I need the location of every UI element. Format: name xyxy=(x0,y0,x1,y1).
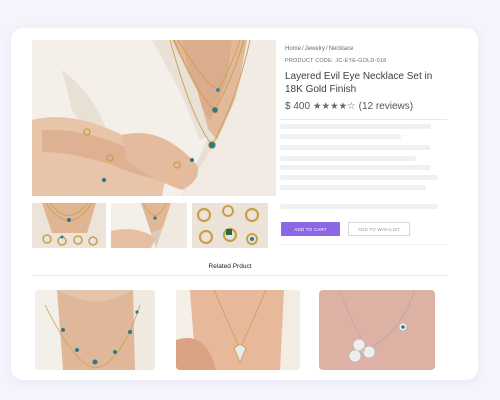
breadcrumb-separator: / xyxy=(302,46,304,52)
related-product-3[interactable] xyxy=(319,290,435,370)
divider xyxy=(32,275,447,276)
main-product-image[interactable] xyxy=(32,40,276,196)
breadcrumb: Home/Jewelry/Necklace xyxy=(285,46,447,52)
description-placeholder-line xyxy=(280,204,438,209)
description-placeholder-line xyxy=(280,124,431,129)
thumbnail-1[interactable] xyxy=(32,203,106,248)
price-rating-row: $ 400 ★★★★☆ (12 reviews) xyxy=(285,101,447,112)
description-placeholder-line xyxy=(280,185,426,190)
divider xyxy=(279,119,447,120)
description-placeholder-line xyxy=(280,175,438,180)
breadcrumb-home[interactable]: Home xyxy=(285,46,301,52)
breadcrumb-necklace[interactable]: Necklace xyxy=(329,46,354,52)
related-product-1[interactable] xyxy=(35,290,155,370)
product-price: $ 400 xyxy=(285,101,311,112)
breadcrumb-separator: / xyxy=(326,46,328,52)
rating-stars-icon: ★★★★☆ xyxy=(313,101,356,112)
add-to-wishlist-button[interactable]: ADD TO WISHLIST xyxy=(348,222,410,236)
related-products-heading: Related Prduct xyxy=(208,263,252,270)
thumbnail-2[interactable] xyxy=(111,203,187,248)
add-to-cart-button[interactable]: ADD TO CART xyxy=(281,222,340,236)
thumbnail-3[interactable] xyxy=(192,203,268,248)
breadcrumb-jewelry[interactable]: Jewelry xyxy=(305,46,325,52)
description-placeholder-line xyxy=(280,165,430,170)
product-title: Layered Evil Eye Necklace Set in 18K Gol… xyxy=(285,71,433,95)
description-placeholder-line xyxy=(280,145,430,150)
description-placeholder-line xyxy=(280,134,401,139)
review-count[interactable]: (12 reviews) xyxy=(359,101,413,112)
description-placeholder-line xyxy=(280,156,416,161)
divider xyxy=(279,244,447,245)
product-info: Home/Jewelry/Necklace PRODUCT CODE: JC-E… xyxy=(285,46,447,112)
related-product-2[interactable] xyxy=(176,290,300,370)
product-code: PRODUCT CODE: JC-EYE-GOLD-018 xyxy=(285,58,387,64)
